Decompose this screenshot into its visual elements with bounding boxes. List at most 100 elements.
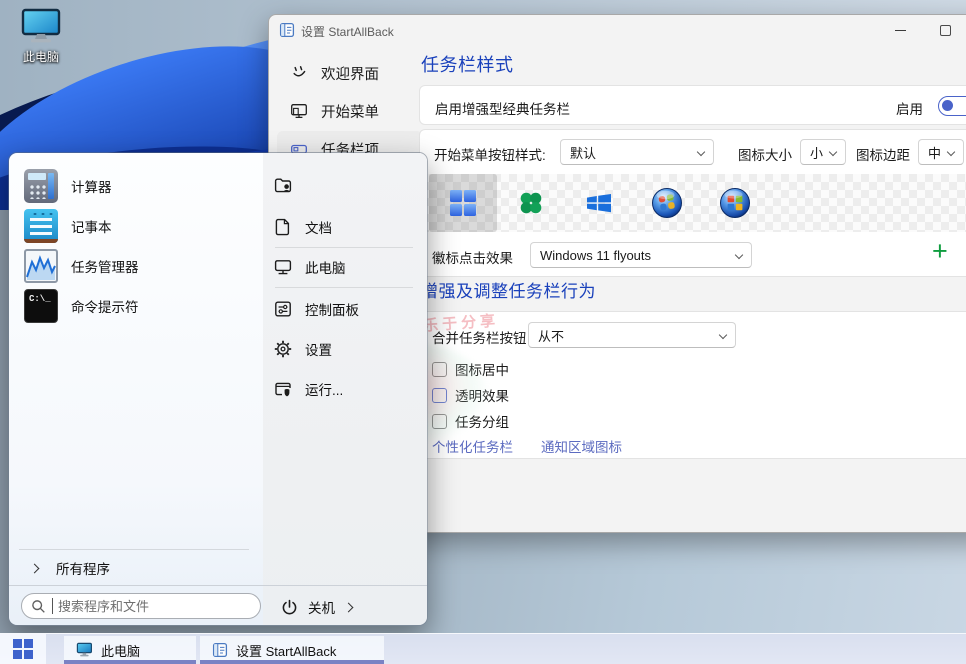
enable-classic-taskbar-toggle[interactable]	[938, 96, 966, 116]
orb-option-windows10[interactable]	[565, 174, 633, 232]
start-menu-item-label: 此电脑	[305, 257, 346, 277]
chevron-down-icon	[947, 148, 955, 156]
minimize-button[interactable]	[879, 15, 921, 45]
checkbox-task-grouping[interactable]: 任务分组	[432, 411, 509, 431]
taskbar: 此电脑 设置 StartAllBack	[0, 633, 966, 664]
start-menu: 计算器 记事本 任务管理器 C:\_ 命令提示符	[8, 152, 428, 626]
computer-icon	[76, 642, 93, 658]
start-menu-item-settings[interactable]: 设置	[273, 339, 332, 359]
maximize-button[interactable]	[924, 15, 966, 45]
add-orb-button[interactable]: +	[932, 238, 948, 264]
orb-option-windows11[interactable]	[429, 174, 497, 232]
icon-size-label: 图标大小	[738, 144, 792, 164]
start-menu-item-calculator[interactable]: 计算器	[17, 167, 255, 205]
sidebar-item-label: 开始菜单	[321, 101, 379, 122]
icon-size-select[interactable]: 小	[800, 139, 846, 165]
startallback-icon	[279, 22, 295, 38]
start-menu-item-notepad[interactable]: 记事本	[17, 207, 255, 245]
run-icon	[273, 379, 293, 399]
all-programs-label: 所有程序	[56, 558, 110, 578]
section-heading-taskbar-style: 任务栏样式	[421, 51, 514, 77]
sidebar-item-welcome[interactable]: 欢迎界面	[277, 55, 423, 91]
maximize-icon	[940, 25, 951, 36]
section-heading-behavior: 增强及调整任务栏行为	[421, 277, 596, 302]
shutdown-button[interactable]: 关机	[281, 595, 352, 619]
clover-logo	[518, 190, 544, 216]
link-personalize-taskbar[interactable]: 个性化任务栏	[432, 436, 513, 456]
start-menu-item-this-pc[interactable]: 此电脑	[273, 257, 346, 277]
enable-classic-taskbar-card: 启用增强型经典任务栏 启用	[419, 85, 966, 125]
checkbox-transparency[interactable]: 透明效果	[432, 385, 509, 405]
combine-buttons-select[interactable]: 从不	[528, 322, 736, 348]
chevron-right-icon	[30, 563, 40, 573]
orb-option-windows-vista[interactable]	[701, 174, 769, 232]
start-menu-item-label: 记事本	[71, 216, 112, 236]
taskbar-button-this-pc[interactable]: 此电脑	[64, 636, 196, 664]
start-button[interactable]	[0, 634, 46, 664]
windows-vista-orb	[719, 187, 751, 219]
enable-classic-taskbar-label: 启用增强型经典任务栏	[435, 98, 570, 118]
user-folder-icon	[273, 175, 293, 195]
start-menu-item-label: 计算器	[71, 176, 112, 196]
all-programs-button[interactable]: 所有程序	[19, 555, 249, 581]
behavior-card: 合并任务栏按钮 从不 图标居中 透明效果 任务分组 个性化任务栏	[419, 311, 966, 459]
combine-buttons-value: 从不	[538, 326, 564, 345]
checkbox-center-icons[interactable]: 图标居中	[432, 359, 509, 379]
smiley-icon	[290, 64, 308, 82]
taskbar-button-label: 此电脑	[101, 641, 140, 660]
start-menu-item-label: 控制面板	[305, 299, 359, 319]
windows7-orb	[651, 187, 683, 219]
start-button-style-select[interactable]: 默认	[560, 139, 714, 165]
start-menu-item-task-manager[interactable]: 任务管理器	[17, 247, 255, 285]
taskbar-button-startallback[interactable]: 设置 StartAllBack	[200, 636, 384, 664]
window-titlebar: 设置 StartAllBack	[269, 15, 966, 45]
start-orb-picker	[421, 174, 966, 232]
icon-margin-select[interactable]: 中	[918, 139, 964, 165]
windows10-logo	[586, 192, 612, 214]
start-button-style-label: 开始菜单按钮样式:	[434, 144, 546, 164]
start-menu-item-documents[interactable]: 文档	[273, 217, 332, 237]
start-menu-item-control-panel[interactable]: 控制面板	[273, 299, 359, 319]
orb-option-windows7[interactable]	[633, 174, 701, 232]
calculator-icon	[24, 169, 58, 203]
control-panel-icon	[273, 299, 293, 319]
start-button-style-value: 默认	[570, 143, 596, 162]
start-menu-item-run[interactable]: 运行...	[273, 379, 343, 399]
screen: 此电脑 设置 StartAllBack 欢迎界面	[0, 0, 966, 664]
sidebar-item-label: 欢迎界面	[321, 63, 379, 84]
logo-click-select[interactable]: Windows 11 flyouts	[530, 242, 752, 268]
start-menu-item-command-prompt[interactable]: C:\_ 命令提示符	[17, 287, 255, 325]
start-menu-item-user-folder[interactable]	[273, 175, 305, 195]
chevron-down-icon	[735, 251, 743, 259]
combine-buttons-label: 合并任务栏按钮	[432, 327, 527, 347]
startallback-icon	[212, 642, 228, 658]
desktop-icon-label: 此电脑	[8, 48, 74, 65]
link-notification-area-icons[interactable]: 通知区域图标	[541, 436, 622, 456]
toggle-knob	[942, 100, 953, 111]
notepad-icon	[24, 209, 58, 243]
command-prompt-icon: C:\_	[24, 289, 58, 323]
sidebar-item-start-menu[interactable]: 开始菜单	[277, 93, 423, 129]
enable-toggle-text: 启用	[896, 98, 923, 118]
orb-option-clover[interactable]	[497, 174, 565, 232]
search-input[interactable]	[52, 598, 252, 614]
start-menu-item-label: 任务管理器	[71, 256, 139, 276]
chevron-down-icon	[697, 148, 705, 156]
desktop-icon-this-pc[interactable]: 此电脑	[8, 8, 74, 65]
chevron-down-icon	[719, 331, 727, 339]
start-menu-separator	[19, 549, 249, 550]
shutdown-label: 关机	[308, 597, 335, 617]
checkbox-box	[432, 414, 447, 429]
computer-icon	[19, 8, 63, 46]
start-menu-separator	[275, 287, 413, 288]
start-menu-item-label: 设置	[305, 339, 332, 359]
task-manager-icon	[24, 249, 58, 283]
active-indicator	[200, 660, 384, 664]
start-button-style-card: 开始菜单按钮样式: 默认 图标大小 小 图标边距 中	[419, 129, 966, 277]
chevron-right-icon	[344, 602, 354, 612]
gear-icon	[273, 339, 293, 359]
icon-margin-value: 中	[928, 143, 941, 162]
computer-icon	[273, 257, 293, 277]
start-menu-item-label: 文档	[305, 217, 332, 237]
start-menu-icon	[290, 102, 308, 120]
